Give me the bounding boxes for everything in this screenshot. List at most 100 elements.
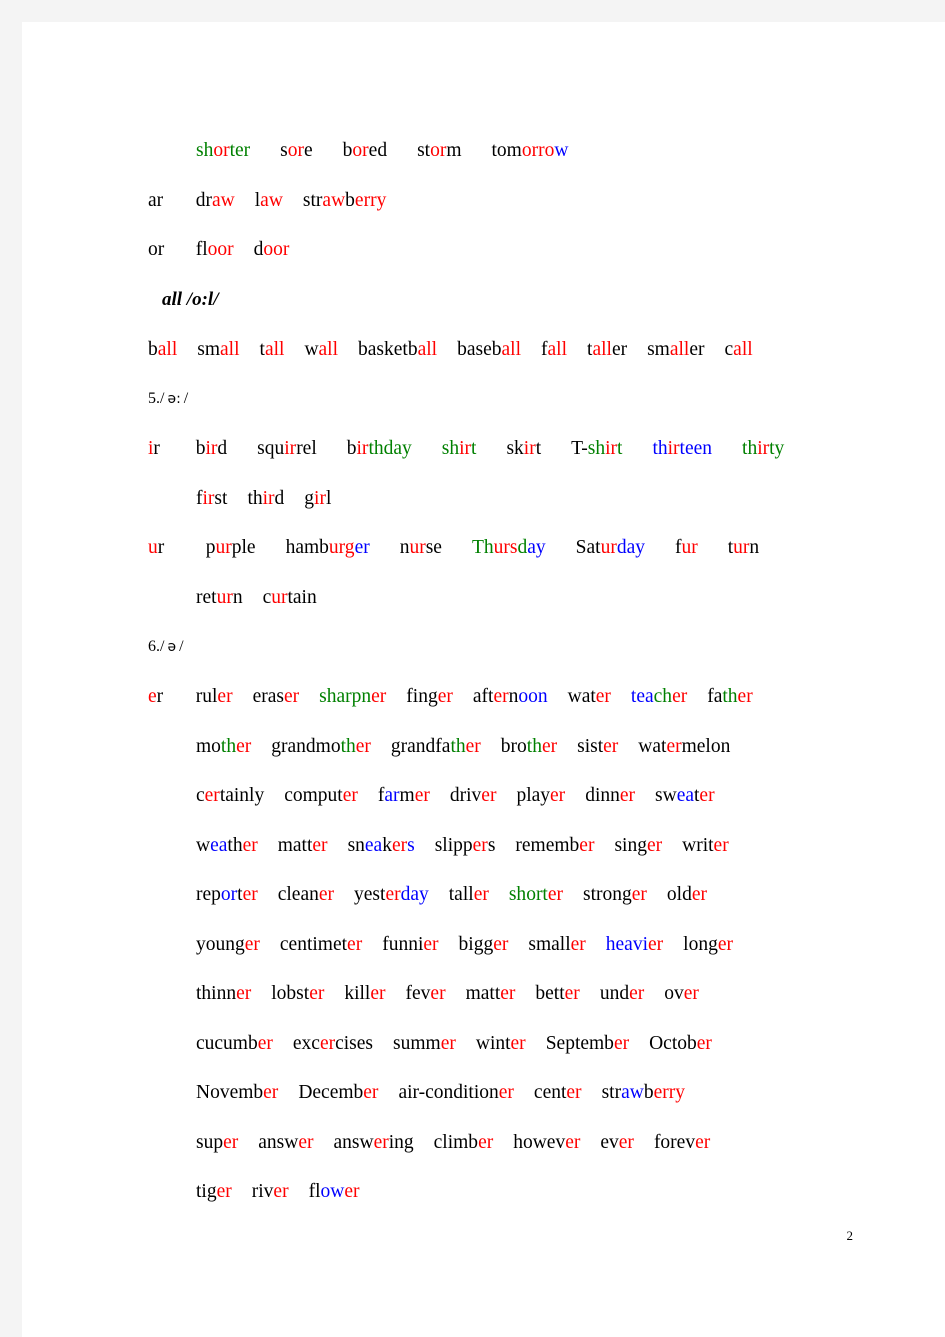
vocabulary-word: October	[649, 1019, 712, 1069]
word-segment: th	[652, 438, 668, 459]
word-segment: k	[382, 834, 392, 856]
word-segment: er	[564, 983, 580, 1004]
word-group: mother grandmother grandfather brother siste…	[196, 736, 730, 757]
word-segment: er	[298, 1131, 314, 1153]
word-segment: fa	[707, 686, 723, 707]
word-segment: er	[547, 884, 564, 905]
word-segment: grandmo	[271, 735, 341, 757]
word-segment: or	[287, 140, 305, 161]
word-segment: mo	[196, 735, 221, 757]
word-segment: w	[554, 140, 569, 161]
word-segment: old	[666, 884, 692, 905]
word-segment: th	[340, 735, 356, 757]
vocabulary-word: dinner	[585, 771, 635, 821]
word-segment: long	[683, 933, 718, 955]
word-segment: er	[648, 933, 664, 955]
vocabulary-word: strawberry	[303, 176, 386, 226]
word-segment: d	[253, 239, 264, 260]
word-segment: basketb	[358, 338, 418, 360]
word-row-er-10: super answer answering climber however ever fo…	[148, 1118, 848, 1168]
word-segment: ur	[216, 586, 233, 608]
word-segment: er	[603, 735, 619, 757]
vocabulary-word: funnier	[382, 920, 438, 970]
vocabulary-word: call	[725, 325, 753, 375]
word-segment: er	[355, 735, 371, 757]
word-segment: u	[148, 537, 158, 558]
vocabulary-word: water	[568, 672, 611, 722]
word-segment: ir	[262, 487, 275, 509]
word-group: thinner lobster killer fever matter better und…	[196, 983, 699, 1004]
word-segment: er	[244, 933, 260, 955]
word-segment: er	[437, 686, 453, 707]
word-segment: comput	[284, 785, 343, 806]
word-segment: all	[501, 338, 522, 360]
ipa-symbol: ə	[167, 639, 177, 655]
word-row-er-6: younger centimeter funnier bigger smaller hea…	[148, 920, 848, 970]
vocabulary-word: tomorrow	[492, 126, 569, 176]
word-segment: s	[280, 140, 288, 161]
vocabulary-word: law	[255, 176, 283, 226]
word-group: certainly computer farmer driver player dinne…	[196, 785, 715, 806]
vocabulary-word: tall	[260, 325, 285, 375]
word-segment: er	[691, 884, 707, 905]
vocabulary-word: shorter	[509, 870, 563, 920]
slash-close: /	[183, 390, 189, 407]
vocabulary-word: sneakers	[348, 821, 415, 871]
word-segment: ur	[733, 537, 750, 558]
word-segment: er	[696, 1032, 712, 1054]
vocabulary-word: longer	[683, 920, 733, 970]
word-row-oor: or floor door	[148, 225, 848, 275]
word-segment: er	[263, 1082, 279, 1103]
word-segment: d	[274, 487, 285, 509]
word-group: return curtain	[196, 587, 317, 608]
vocabulary-word: taller	[449, 870, 489, 920]
word-segment: tig	[196, 1181, 217, 1202]
word-segment: aw	[322, 189, 346, 211]
vocabulary-word: center	[534, 1068, 582, 1118]
phonetic-heading-5: 5./ə: /	[148, 374, 848, 424]
word-segment: er	[570, 933, 586, 955]
vocabulary-word: writer	[682, 821, 729, 871]
word-segment: g	[304, 487, 315, 509]
word-segment: th	[247, 487, 263, 509]
word-segment: aw	[260, 189, 283, 211]
word-segment: ed	[368, 140, 388, 161]
word-segment: er	[613, 1032, 630, 1054]
word-segment: a	[148, 189, 157, 211]
vocabulary-word: sharpner	[319, 672, 386, 722]
word-segment: sh	[441, 438, 460, 459]
section-number: 6.	[148, 638, 160, 655]
vocabulary-word: watermelon	[638, 722, 730, 772]
word-segment: squ	[257, 438, 285, 459]
word-segment: strong	[583, 884, 632, 905]
word-segment: er	[342, 785, 358, 806]
vocabulary-word: under	[600, 969, 644, 1019]
word-segment: Sat	[575, 537, 601, 558]
vocabulary-word: sister	[577, 722, 618, 772]
vocabulary-word: door	[254, 225, 290, 275]
vocabulary-word: sore	[280, 126, 313, 176]
word-segment: m	[399, 785, 415, 806]
word-segment: erry	[354, 189, 387, 211]
vocabulary-word: yesterday	[354, 870, 429, 920]
word-segment: ter	[229, 140, 251, 161]
word-segment: yest	[354, 884, 386, 905]
word-segment: n	[232, 586, 243, 608]
word-segment: th	[722, 686, 738, 707]
document-page: shorter sore bored storm tomorrow ar draw law…	[22, 22, 945, 1337]
vocabulary-word: sweater	[655, 771, 715, 821]
vocabulary-word: nurse	[400, 523, 442, 573]
word-segment: w	[196, 834, 211, 856]
word-segment: er	[695, 1131, 711, 1153]
page-number: 2	[846, 1228, 854, 1243]
word-group: November December air-conditioner center str…	[196, 1082, 685, 1103]
word-segment: b	[345, 189, 355, 211]
word-segment: er	[318, 884, 335, 905]
vocabulary-word: brother	[501, 722, 557, 772]
word-segment: or	[430, 140, 447, 161]
word-group: ruler eraser sharpner finger afternoon water t…	[196, 686, 753, 707]
vocabulary-word: climber	[434, 1118, 494, 1168]
word-segment: er	[481, 785, 497, 806]
word-segment: er	[500, 983, 516, 1004]
word-segment: ev	[600, 1131, 619, 1153]
